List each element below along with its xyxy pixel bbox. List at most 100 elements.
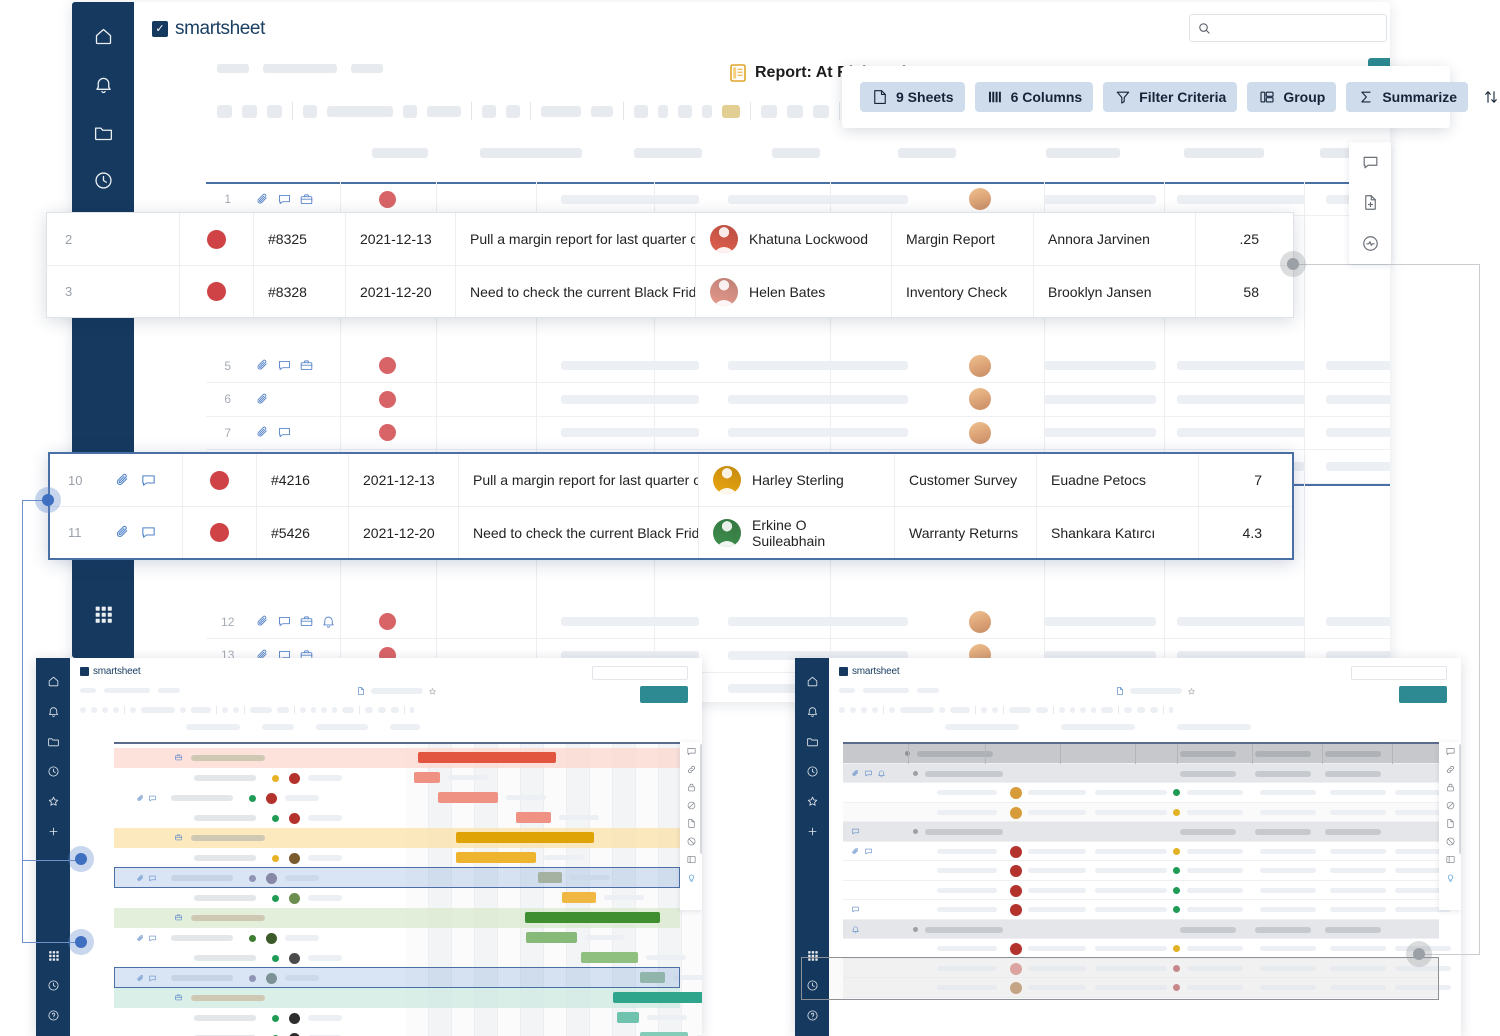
mini-toolbar-button[interactable] bbox=[1036, 707, 1048, 713]
sidebar-item-app-launcher[interactable] bbox=[83, 592, 123, 636]
gantt-row[interactable] bbox=[114, 808, 406, 828]
toolbar-button[interactable] bbox=[658, 104, 668, 118]
mini-sidebar-item-2[interactable] bbox=[36, 726, 70, 756]
mini-toolbar-button[interactable] bbox=[300, 707, 306, 713]
mini-sidebar-item-4[interactable] bbox=[36, 786, 70, 816]
mini-toolbar-button[interactable] bbox=[1009, 707, 1031, 713]
attach-icon[interactable] bbox=[255, 392, 270, 407]
mini-sidebar-item-0[interactable] bbox=[36, 666, 70, 696]
toolbar-button[interactable] bbox=[678, 104, 692, 118]
mini-toolbar-button[interactable] bbox=[250, 707, 272, 713]
mini-scrollbar[interactable] bbox=[1459, 744, 1461, 854]
column-header[interactable] bbox=[898, 148, 956, 158]
gantt-bar[interactable] bbox=[526, 932, 577, 943]
table-row[interactable]: 5 bbox=[206, 350, 1390, 383]
search-box[interactable] bbox=[1189, 14, 1387, 42]
mini-toolbar-button[interactable] bbox=[1091, 707, 1096, 713]
rail-conversations[interactable] bbox=[1358, 150, 1382, 174]
mini-toolbar-button[interactable] bbox=[1150, 707, 1158, 713]
mini-toolbar-button[interactable] bbox=[900, 707, 934, 713]
toolbar-button[interactable] bbox=[217, 104, 232, 118]
table-row[interactable]: 10 #4216 2021-12-13 Pull a margin report fo… bbox=[50, 454, 1292, 506]
mini-toolbar-button[interactable] bbox=[233, 707, 239, 713]
gantt-bar[interactable] bbox=[418, 752, 556, 763]
gantt-row[interactable] bbox=[114, 828, 406, 848]
mini-rail-comment-icon[interactable] bbox=[1439, 742, 1461, 760]
mini-sidebar-item-1[interactable] bbox=[36, 696, 70, 726]
column-header[interactable] bbox=[480, 148, 582, 158]
mini-rail-bulb-icon[interactable] bbox=[1439, 868, 1461, 886]
mini-toolbar-button[interactable] bbox=[839, 707, 845, 713]
mini-toolbar-button[interactable] bbox=[102, 707, 108, 713]
comment-icon[interactable] bbox=[864, 847, 873, 856]
toolbar-chip-6-columns[interactable]: 6 Columns bbox=[974, 82, 1094, 112]
mini-sidebar-item-5[interactable] bbox=[795, 816, 829, 846]
briefcase-icon[interactable] bbox=[174, 833, 183, 842]
mini-toolbar-button[interactable] bbox=[277, 707, 289, 713]
toolbar-chip-9-sheets[interactable]: 9 Sheets bbox=[860, 82, 965, 112]
briefcase-icon[interactable] bbox=[299, 614, 314, 629]
mini-toolbar-button[interactable] bbox=[872, 707, 878, 713]
mini-toolbar-button[interactable] bbox=[141, 707, 175, 713]
bell-icon[interactable] bbox=[851, 925, 860, 934]
mini-toolbar-button[interactable] bbox=[222, 707, 228, 713]
attach-icon[interactable] bbox=[136, 794, 145, 803]
fill-color-button[interactable] bbox=[722, 104, 740, 118]
toolbar-chip-sort[interactable]: Sort bbox=[1478, 82, 1500, 112]
mini-rail-block-icon[interactable] bbox=[680, 832, 702, 850]
mini-rail-link-icon[interactable] bbox=[680, 760, 702, 778]
column-header[interactable] bbox=[1184, 148, 1264, 158]
mini-sidebar-bottom-2[interactable] bbox=[36, 1000, 70, 1030]
menu-item[interactable] bbox=[351, 64, 383, 73]
briefcase-icon[interactable] bbox=[174, 993, 183, 1002]
attach-icon[interactable] bbox=[255, 425, 270, 440]
mini-primary-button[interactable] bbox=[1399, 686, 1447, 703]
mini-toolbar-button[interactable] bbox=[113, 707, 119, 713]
mini-toolbar-button[interactable] bbox=[1101, 707, 1113, 713]
search-input[interactable] bbox=[1217, 21, 1378, 35]
sidebar-item-home[interactable] bbox=[83, 14, 123, 58]
mini-sidebar-item-5[interactable] bbox=[36, 816, 70, 846]
mini-toolbar-button[interactable] bbox=[342, 707, 354, 713]
mini-sidebar-bottom-2[interactable] bbox=[795, 1000, 829, 1030]
rail-activity-log[interactable] bbox=[1358, 232, 1382, 256]
attach-icon[interactable] bbox=[851, 769, 860, 778]
toolbar-dropdown[interactable] bbox=[427, 105, 461, 117]
mini-toolbar-button[interactable] bbox=[365, 707, 373, 713]
mini-sidebar-item-1[interactable] bbox=[795, 696, 829, 726]
mini-rail-file-icon[interactable] bbox=[1439, 814, 1461, 832]
comment-icon[interactable] bbox=[277, 358, 292, 373]
gantt-bar[interactable] bbox=[438, 792, 498, 803]
toolbar-chip-group[interactable]: Group bbox=[1247, 82, 1337, 112]
expand-toggle[interactable] bbox=[913, 829, 918, 834]
mini-toolbar-button[interactable] bbox=[311, 707, 316, 713]
mini-toolbar-button[interactable] bbox=[180, 707, 186, 713]
mini-toolbar-button[interactable] bbox=[950, 707, 970, 713]
mini-rail-bulb-icon[interactable] bbox=[680, 868, 702, 886]
toolbar-button[interactable] bbox=[787, 104, 803, 118]
gantt-bar[interactable] bbox=[525, 912, 660, 923]
menu-item[interactable] bbox=[217, 64, 249, 73]
table-row[interactable]: 1 bbox=[206, 182, 1390, 216]
mini-sidebar-bottom-1[interactable] bbox=[36, 970, 70, 1000]
mini-rail-lock-icon[interactable] bbox=[1439, 778, 1461, 796]
gantt-bar[interactable] bbox=[617, 1012, 639, 1023]
mini-toolbar-button[interactable] bbox=[378, 707, 386, 713]
attach-icon[interactable] bbox=[114, 524, 131, 541]
gantt-row[interactable] bbox=[114, 788, 406, 808]
rail-attachments[interactable] bbox=[1358, 191, 1382, 215]
column-header[interactable] bbox=[1046, 148, 1120, 158]
mini-sidebar-item-0[interactable] bbox=[795, 666, 829, 696]
comment-icon[interactable] bbox=[864, 769, 873, 778]
gantt-row[interactable] bbox=[114, 748, 406, 768]
comment-icon[interactable] bbox=[140, 524, 157, 541]
mini-scrollbar[interactable] bbox=[700, 744, 702, 854]
smartsheet-logo[interactable]: smartsheet bbox=[80, 666, 141, 677]
mini-rail-block-icon[interactable] bbox=[1439, 832, 1461, 850]
toolbar-button[interactable] bbox=[303, 104, 317, 118]
mini-toolbar-button[interactable] bbox=[861, 707, 867, 713]
mini-toolbar-button[interactable] bbox=[1070, 707, 1075, 713]
mini-sidebar-item-4[interactable] bbox=[795, 786, 829, 816]
gantt-row[interactable] bbox=[114, 988, 406, 1008]
toolbar-chip-filter-criteria[interactable]: Filter Criteria bbox=[1103, 82, 1238, 112]
